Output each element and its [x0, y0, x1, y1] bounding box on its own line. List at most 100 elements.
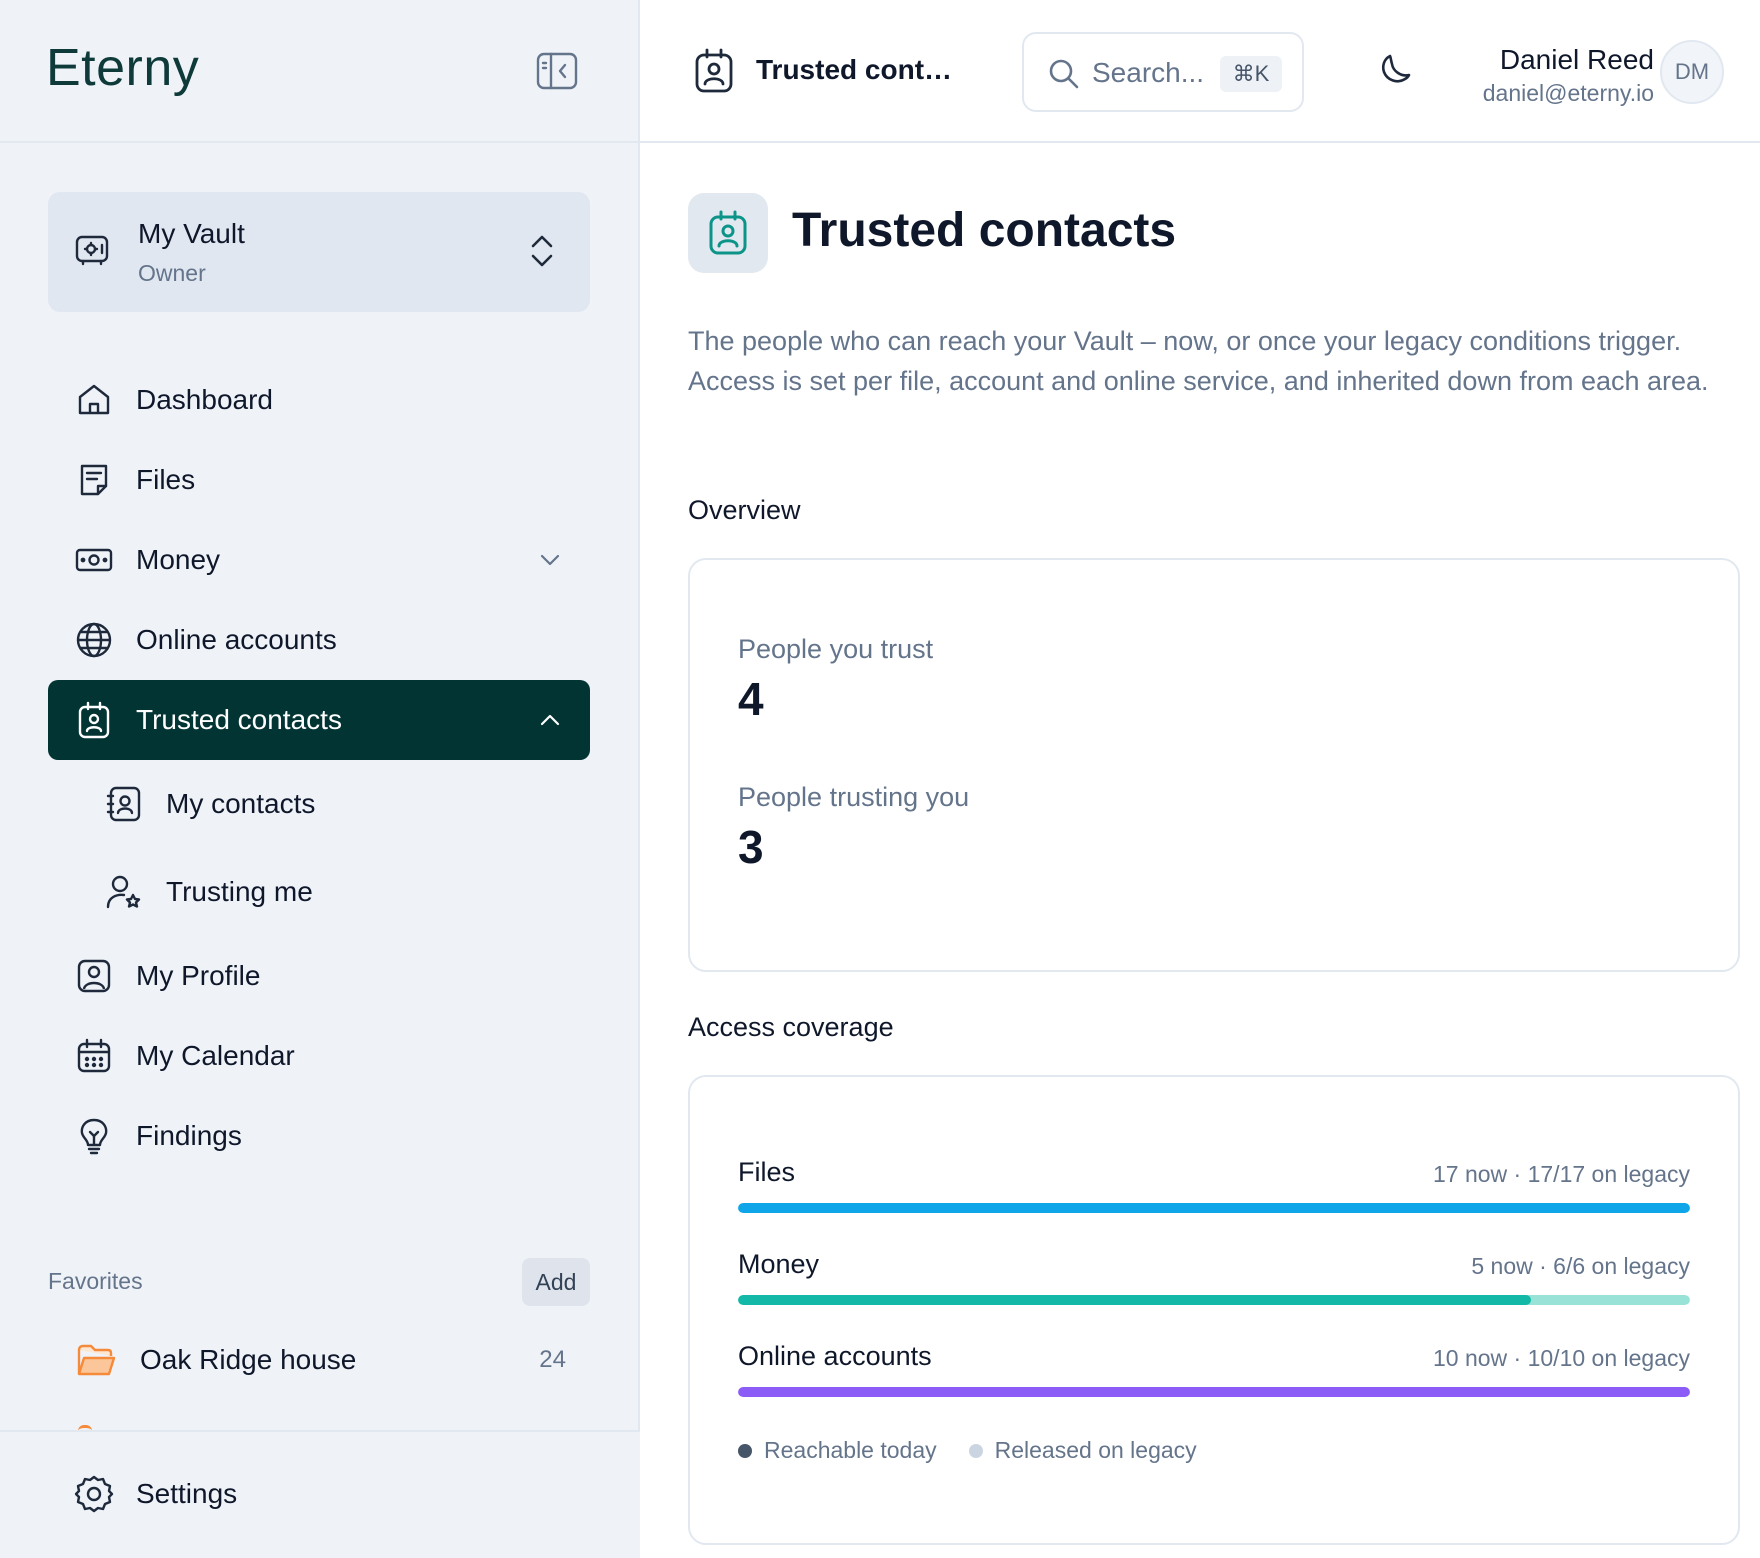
favorite-count: 24 — [539, 1346, 566, 1373]
search-input[interactable]: Search... ⌘K — [1022, 32, 1304, 112]
stat-label-trusting: People trusting you — [738, 782, 970, 812]
nav-label: Trusting me — [166, 876, 313, 907]
coverage-bar-now — [738, 1203, 1690, 1213]
brand-row: Eterny — [0, 0, 638, 143]
legend-dot — [738, 1443, 752, 1458]
coverage-row-money: Money 5 now · 6/6 on legacy — [738, 1249, 1690, 1319]
home-icon — [74, 380, 114, 420]
sidebar-collapse-button[interactable] — [534, 50, 580, 92]
top-bar: Trusted contacts Search... ⌘K Daniel Ree… — [640, 0, 1760, 143]
page-title-icon-tile — [688, 193, 768, 273]
sidebar-footer: Settings — [0, 1430, 640, 1558]
coverage-name: Online accounts — [738, 1341, 932, 1371]
address-book-icon — [104, 784, 144, 824]
chevron-up-icon — [540, 714, 560, 726]
lightbulb-icon — [74, 1116, 114, 1156]
page-description: The people who can reach your Vault – no… — [688, 326, 1709, 396]
nav-item-trusting-me[interactable]: Trusting me — [48, 848, 590, 936]
header-title: Trusted contacts — [756, 54, 966, 85]
gear-icon — [74, 1475, 114, 1513]
nav-label: Files — [136, 464, 196, 495]
page-title: Trusted contacts — [792, 204, 1177, 257]
vault-icon — [75, 235, 109, 266]
nav-label: My Profile — [136, 960, 261, 991]
coverage-name: Files — [738, 1157, 796, 1187]
coverage-row-online-accounts: Online accounts 10 now · 10/10 on legacy — [738, 1341, 1690, 1411]
sidebar: Eterny My Vault Owner Dashboard Files Mo… — [0, 0, 640, 1558]
logo: Eterny — [46, 39, 200, 97]
nav-label: Online accounts — [136, 624, 337, 655]
favorites-header: Favorites Add — [48, 1258, 590, 1306]
stat-value-trusting: 3 — [738, 821, 764, 873]
coverage-bar — [738, 1387, 1690, 1397]
coverage-card: Files 17 now · 17/17 on legacy Money 5 n… — [688, 1075, 1740, 1545]
vault-switcher[interactable]: My Vault Owner — [48, 192, 590, 312]
nav-item-findings[interactable]: Findings — [48, 1096, 590, 1176]
vault-role: Owner — [138, 260, 206, 286]
overview-title: Overview — [688, 495, 801, 525]
coverage-meta: 17 now · 17/17 on legacy — [1432, 1161, 1690, 1187]
moon-icon — [1381, 54, 1411, 83]
nav-item-settings[interactable]: Settings — [48, 1454, 590, 1534]
coverage-row-files: Files 17 now · 17/17 on legacy — [738, 1157, 1690, 1227]
file-icon — [74, 460, 114, 500]
user-star-icon — [104, 872, 144, 912]
nav-item-money[interactable]: Money — [48, 520, 590, 600]
legend-label: Reachable today — [764, 1437, 937, 1463]
legend-label: Released on legacy — [994, 1437, 1197, 1463]
vault-name: My Vault — [138, 218, 245, 249]
user-name: Daniel Reed — [1499, 44, 1654, 75]
favorite-item[interactable]: Oak Ridge house 24 — [48, 1320, 590, 1400]
stat-value-trust: 4 — [738, 673, 764, 725]
coverage-bar-now — [738, 1387, 1690, 1397]
coverage-title: Access coverage — [688, 1012, 894, 1042]
favorites-add-button[interactable]: Add — [522, 1258, 590, 1306]
nav-item-my-profile[interactable]: My Profile — [48, 936, 590, 1016]
nav-label: My contacts — [166, 788, 316, 819]
settings-label: Settings — [136, 1478, 238, 1509]
banknote-icon — [74, 540, 114, 580]
search-placeholder: Search... — [1092, 57, 1205, 88]
contact-badge-icon — [709, 210, 747, 255]
coverage-bar — [738, 1203, 1690, 1213]
legend-dot — [968, 1443, 983, 1458]
stat-label-trust: People you trust — [738, 634, 934, 664]
overview-card: People you trust 4 People trusting you 3 — [688, 558, 1740, 972]
chevron-up-down-icon — [531, 235, 553, 267]
coverage-name: Money — [738, 1249, 820, 1279]
contact-badge-icon — [695, 48, 733, 93]
avatar[interactable]: DM — [1660, 40, 1724, 104]
coverage-bar — [738, 1295, 1690, 1305]
user-email: daniel@eterny.io — [1482, 80, 1654, 106]
nav-label: Findings — [136, 1120, 242, 1151]
nav-item-trusted-contacts[interactable]: Trusted contacts — [48, 680, 590, 760]
main-content: Trusted contacts The people who can reac… — [640, 143, 1760, 1558]
favorite-label: Oak Ridge house — [140, 1344, 357, 1375]
chevron-down-icon — [540, 554, 560, 566]
main-nav: Dashboard Files Money Online accounts Tr… — [48, 360, 590, 1176]
nav-item-my-calendar[interactable]: My Calendar — [48, 1016, 590, 1096]
folder-open-icon — [77, 1344, 116, 1376]
legend-item-released: Released on legacy — [968, 1437, 1197, 1464]
nav-label: My Calendar — [136, 1040, 295, 1071]
user-square-icon — [74, 956, 114, 996]
nav-label: Dashboard — [136, 384, 273, 415]
globe-icon — [74, 620, 114, 660]
sidebar-collapse-icon — [536, 52, 578, 90]
legend-item-reachable: Reachable today — [738, 1437, 937, 1464]
search-icon — [1049, 59, 1079, 89]
nav-item-my-contacts[interactable]: My contacts — [48, 760, 590, 848]
coverage-meta: 5 now · 6/6 on legacy — [1471, 1253, 1690, 1279]
search-shortcut-badge: ⌘K — [1220, 56, 1282, 92]
nav-label: Money — [136, 544, 221, 575]
coverage-meta: 10 now · 10/10 on legacy — [1432, 1345, 1690, 1371]
coverage-legend: Reachable today Released on legacy — [738, 1437, 1229, 1464]
nav-item-online-accounts[interactable]: Online accounts — [48, 600, 590, 680]
theme-toggle-button[interactable] — [1376, 52, 1416, 92]
nav-item-dashboard[interactable]: Dashboard — [48, 360, 590, 440]
contact-badge-icon — [74, 700, 114, 740]
nav-label: Trusted contacts — [136, 704, 342, 735]
calendar-icon — [74, 1036, 114, 1076]
coverage-bar-now — [738, 1295, 1532, 1305]
nav-item-files[interactable]: Files — [48, 440, 590, 520]
